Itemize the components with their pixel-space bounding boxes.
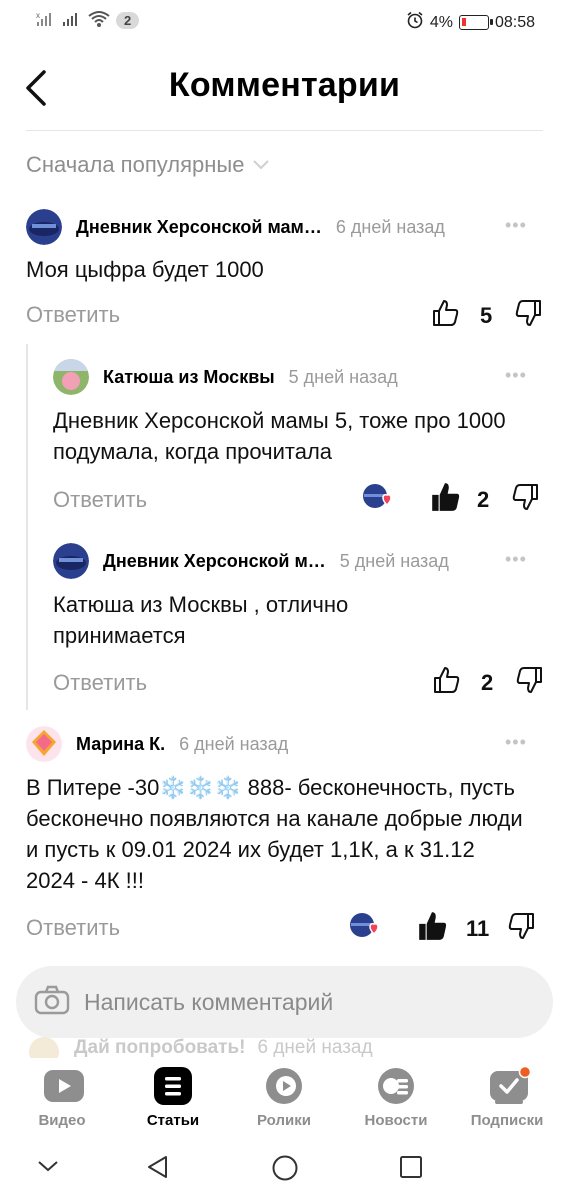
nav-video[interactable]: Видео — [17, 1066, 107, 1129]
reply-button[interactable]: Ответить — [53, 487, 147, 513]
comment-time: 5 дней назад — [339, 550, 449, 571]
avatar[interactable] — [53, 543, 89, 579]
comment-actions: 2 — [361, 481, 541, 518]
comment-time: 6 дней назад — [257, 1037, 373, 1058]
shorts-icon — [264, 1066, 304, 1106]
battery-percent: 4% — [429, 13, 453, 31]
battery-icon — [458, 15, 493, 30]
author-liked-avatar — [361, 482, 395, 517]
like-icon[interactable] — [430, 298, 460, 333]
wifi-icon — [88, 10, 110, 31]
status-right: 4% 08:58 — [406, 11, 535, 34]
page-title: Комментарии — [168, 66, 401, 104]
like-count: 11 — [466, 915, 490, 941]
comment: Марина К. 6 дней назад ••• В Питере -30❄… — [26, 726, 543, 957]
more-options-icon[interactable]: ••• — [505, 360, 527, 390]
more-options-icon[interactable]: ••• — [505, 544, 527, 574]
comment-time: 5 дней назад — [288, 366, 398, 387]
nav-label: Новости — [364, 1112, 428, 1129]
comment: Дневник Херсонской мам… 6 дней назад •••… — [26, 209, 544, 340]
comment-header: Катюша из Москвы 5 дней назад — [53, 359, 398, 395]
author-liked-avatar — [348, 911, 382, 946]
dislike-icon[interactable] — [511, 482, 541, 517]
svg-text:x: x — [36, 11, 40, 20]
nav-subscriptions[interactable]: Подписки — [462, 1065, 552, 1129]
dislike-icon[interactable] — [514, 298, 544, 333]
comment-text: Дневник Херсонской мамы 5, тоже про 1000… — [53, 408, 506, 464]
like-filled-icon[interactable] — [429, 481, 461, 518]
chevron-down-icon — [253, 160, 270, 170]
like-count: 2 — [481, 669, 494, 695]
avatar[interactable] — [26, 209, 62, 245]
header: Комментарии — [0, 50, 569, 130]
reply-button[interactable]: Ответить — [26, 915, 120, 941]
reply-button[interactable]: Ответить — [26, 302, 120, 328]
alarm-icon — [406, 11, 424, 34]
comment-time: 6 дней назад — [179, 733, 289, 754]
comment-text: Катюша из Москвы , отлично принимается — [53, 592, 349, 648]
nav-label: Видео — [38, 1112, 86, 1129]
system-nav-bar — [0, 1140, 569, 1200]
dislike-icon[interactable] — [515, 665, 545, 700]
recents-square-icon[interactable] — [398, 1154, 424, 1185]
header-divider — [26, 130, 543, 131]
like-count: 2 — [477, 486, 490, 512]
comment-author[interactable]: Марина К. — [76, 734, 165, 755]
more-options-icon[interactable]: ••• — [505, 210, 527, 240]
comment-input-placeholder: Написать комментарий — [84, 988, 334, 1015]
like-count: 5 — [480, 302, 493, 328]
comment-header: Марина К. 6 дней назад — [26, 726, 289, 762]
dislike-icon[interactable] — [507, 911, 537, 946]
avatar[interactable] — [26, 726, 62, 762]
comment-reply: Дневник Херсонской м… 5 дней назад ••• К… — [53, 543, 545, 704]
video-icon — [42, 1066, 84, 1106]
comment-actions: 2 — [431, 665, 545, 700]
status-bar: x 2 4% 08:58 — [0, 0, 569, 44]
articles-icon — [153, 1066, 193, 1106]
comment-author[interactable]: Дневник Херсонской мам… — [76, 217, 322, 238]
home-circle-icon[interactable] — [271, 1154, 299, 1187]
camera-icon[interactable] — [34, 985, 70, 1020]
comment-header: Дневник Херсонской м… 5 дней назад — [53, 543, 449, 579]
nav-label: Статьи — [146, 1112, 200, 1129]
signal-icon — [62, 10, 82, 31]
subscriptions-icon — [487, 1065, 532, 1106]
comment-time: 6 дней назад — [335, 216, 445, 237]
clock: 08:58 — [494, 13, 535, 31]
nav-shorts[interactable]: Ролики — [239, 1066, 329, 1129]
news-icon — [376, 1066, 416, 1106]
back-triangle-icon[interactable] — [145, 1154, 171, 1185]
comment-author[interactable]: Катюша из Москвы — [103, 367, 275, 388]
comment-actions: 11 — [348, 910, 537, 947]
nav-label: Подписки — [470, 1112, 544, 1129]
collapse-icon[interactable] — [36, 1154, 60, 1183]
no-sim-signal-icon: x — [36, 10, 56, 31]
comment-text: Моя цыфра будет 1000 — [26, 257, 264, 282]
comment-actions: 5 — [430, 298, 544, 333]
status-left: x 2 — [36, 10, 140, 31]
notification-badge: 2 — [116, 12, 140, 29]
bottom-nav: Видео Статьи Ролики Новости Подписки — [0, 1058, 569, 1140]
nav-news[interactable]: Новости — [351, 1066, 441, 1129]
comment-header: Дневник Херсонской мам… 6 дней назад — [26, 209, 445, 245]
like-icon[interactable] — [431, 665, 461, 700]
nav-label: Ролики — [257, 1112, 311, 1129]
nav-articles[interactable]: Статьи — [128, 1066, 218, 1129]
comment-input[interactable]: Написать комментарий — [16, 966, 553, 1038]
comment-text: В Питере -30❄️❄️❄️ 888- бесконечность, п… — [26, 775, 523, 893]
comment-author[interactable]: Дневник Херсонской м… — [103, 551, 326, 572]
reply-button[interactable]: Ответить — [53, 670, 147, 696]
comment-author: Дай попробовать! — [74, 1037, 246, 1058]
sort-label: Сначала популярные — [26, 152, 245, 177]
avatar[interactable] — [53, 359, 89, 395]
like-filled-icon[interactable] — [416, 910, 448, 947]
thread-line — [26, 344, 28, 710]
more-options-icon[interactable]: ••• — [505, 727, 527, 757]
comment-reply: Катюша из Москвы 5 дней назад ••• Дневни… — [53, 359, 543, 520]
sort-dropdown[interactable]: Сначала популярные — [26, 152, 270, 178]
